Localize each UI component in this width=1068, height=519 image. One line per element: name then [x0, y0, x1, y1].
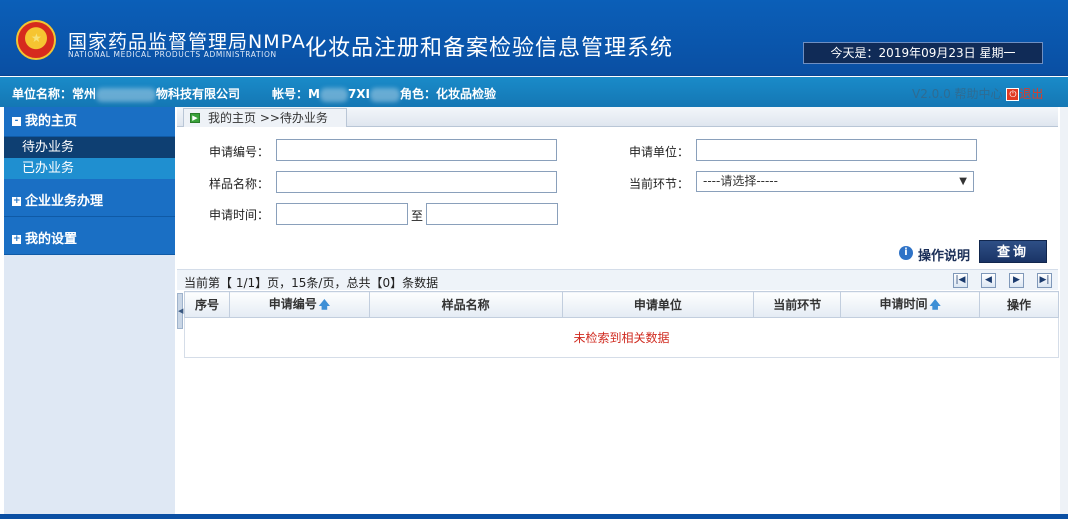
info-icon[interactable]: i — [899, 246, 913, 260]
pager-bar: 当前第【 1/1】页，15条/页，总共【0】条数据 |◀ ◀ ▶ ▶| — [177, 269, 1058, 290]
query-button[interactable]: 查询 — [979, 240, 1047, 263]
unit-name: 单位名称：常州 物科技有限公司 — [12, 85, 240, 102]
current-stage-value[interactable]: ----请选择----- — [703, 174, 778, 188]
sidebar-group-label[interactable]: 企业业务办理 — [25, 194, 103, 209]
app-unit-label: 申请单位： — [628, 145, 689, 159]
prev-page-icon[interactable]: ◀ — [981, 273, 996, 288]
account-label: 帐号：M — [272, 87, 320, 101]
col-app-no-label[interactable]: 申请编号 — [269, 297, 317, 311]
expand-icon[interactable]: + — [12, 197, 21, 206]
sidebar-item-label[interactable]: 待办业务 — [22, 140, 74, 155]
empty-message: 未检索到相关数据 — [184, 317, 1059, 358]
collapse-sidebar-handle[interactable]: ◀ — [177, 293, 183, 329]
org-name-en: NATIONAL MEDICAL PRODUCTS ADMINISTRATION — [68, 50, 277, 59]
app-time-label: 申请时间： — [208, 208, 269, 222]
logout-link[interactable]: 退出 — [1019, 87, 1043, 101]
sort-up-icon[interactable]: 🡅 — [929, 298, 940, 311]
user-info-bar: 单位名称：常州 物科技有限公司 帐号：M 7XI 角色：化妆品检验 V2.0.0 帮… — [0, 77, 1068, 107]
first-page-icon[interactable]: |◀ — [953, 273, 968, 288]
unit-name-suffix: 物科技有限公司 — [156, 87, 241, 101]
sidebar-group-label[interactable]: 我的主页 — [25, 114, 77, 129]
sidebar-group-settings[interactable]: + 我的设置 — [4, 225, 175, 255]
redacted-mask — [96, 87, 157, 102]
account-name: 帐号：M 7XI — [272, 85, 401, 102]
col-app-time[interactable]: 申请时间 🡅 — [840, 291, 981, 318]
date-display: 今天是：2019年09月23日 星期一 — [803, 42, 1043, 64]
sidebar: - 我的主页 待办业务 已办业务 + 企业业务办理 + 我的设置 — [4, 107, 175, 519]
col-app-time-label[interactable]: 申请时间 — [879, 297, 927, 311]
last-page-icon[interactable]: ▶| — [1037, 273, 1052, 288]
col-actions: 操作 — [979, 291, 1059, 318]
chevron-down-icon[interactable]: ▼ — [959, 172, 967, 191]
help-center-link[interactable]: V2.0.0 帮助中心 ⏻ 退出 — [912, 85, 1043, 102]
sidebar-spacer — [4, 217, 175, 225]
sort-up-icon[interactable]: 🡅 — [319, 298, 330, 311]
breadcrumb-text: 我的主页 >>待办业务 — [208, 111, 328, 125]
expand-icon[interactable]: + — [12, 235, 21, 244]
col-app-unit: 申请单位 — [561, 291, 755, 318]
app-unit-input[interactable] — [696, 139, 977, 161]
national-emblem-logo: ★ — [16, 20, 56, 60]
bottom-border — [0, 514, 1068, 519]
sidebar-item-label[interactable]: 已办业务 — [22, 161, 74, 176]
col-current-stage: 当前环节 — [753, 291, 842, 318]
sidebar-group-home[interactable]: - 我的主页 — [4, 107, 175, 137]
table-header-row: 序号 申请编号 🡅 样品名称 申请单位 当前环节 申请时间 🡅 操作 — [184, 291, 1059, 318]
main-content: ▶ 我的主页 >>待办业务 申请编号： 申请单位： 样品名称： 当前环节： --… — [177, 107, 1059, 519]
logout-icon[interactable]: ⏻ — [1006, 88, 1020, 101]
breadcrumb-tab[interactable]: ▶ 我的主页 >>待办业务 — [183, 108, 347, 127]
app-time-end-input[interactable] — [426, 203, 558, 225]
role-text: 角色：化妆品检验 — [400, 87, 497, 101]
account-suffix: 7XI — [347, 87, 371, 101]
current-stage-label: 当前环节： — [628, 177, 689, 191]
table-row: 未检索到相关数据 — [184, 317, 1059, 358]
sidebar-group-label[interactable]: 我的设置 — [25, 232, 77, 247]
help-link[interactable]: 操作说明 — [918, 245, 970, 264]
collapse-icon[interactable]: - — [12, 117, 21, 126]
col-app-no[interactable]: 申请编号 🡅 — [228, 291, 370, 318]
app-time-start-input[interactable] — [276, 203, 408, 225]
pager-info: 当前第【 1/1】页，15条/页，总共【0】条数据 — [184, 276, 439, 290]
system-title: 化妆品注册和备案检验信息管理系统 — [305, 36, 674, 61]
app-no-label: 申请编号： — [208, 145, 269, 159]
sidebar-spacer — [4, 179, 175, 187]
app-header: ★ 国家药品监督管理局NMPA NATIONAL MEDICAL PRODUCT… — [0, 0, 1068, 76]
play-icon: ▶ — [190, 113, 200, 123]
unit-name-label: 单位名称：常州 — [12, 87, 97, 101]
version-help-text[interactable]: V2.0.0 帮助中心 — [912, 87, 1003, 101]
redacted-mask — [370, 87, 401, 102]
col-sample-name: 样品名称 — [368, 291, 563, 318]
breadcrumb: ▶ 我的主页 >>待办业务 — [177, 107, 1058, 127]
col-index: 序号 — [184, 291, 230, 318]
sample-name-label: 样品名称： — [208, 177, 269, 191]
results-table: 序号 申请编号 🡅 样品名称 申请单位 当前环节 申请时间 🡅 操作 未检索到相关数… — [184, 291, 1059, 358]
next-page-icon[interactable]: ▶ — [1009, 273, 1024, 288]
sample-name-input[interactable] — [276, 171, 557, 193]
to-label: 至 — [410, 209, 423, 223]
app-no-input[interactable] — [276, 139, 557, 161]
sidebar-item-done[interactable]: 已办业务 — [4, 158, 175, 179]
current-stage-select[interactable]: ----请选择----- ▼ — [696, 171, 974, 192]
sidebar-item-todo[interactable]: 待办业务 — [4, 137, 175, 158]
sidebar-group-business[interactable]: + 企业业务办理 — [4, 187, 175, 217]
scrollbar[interactable] — [1060, 107, 1068, 519]
redacted-mask — [319, 87, 348, 102]
